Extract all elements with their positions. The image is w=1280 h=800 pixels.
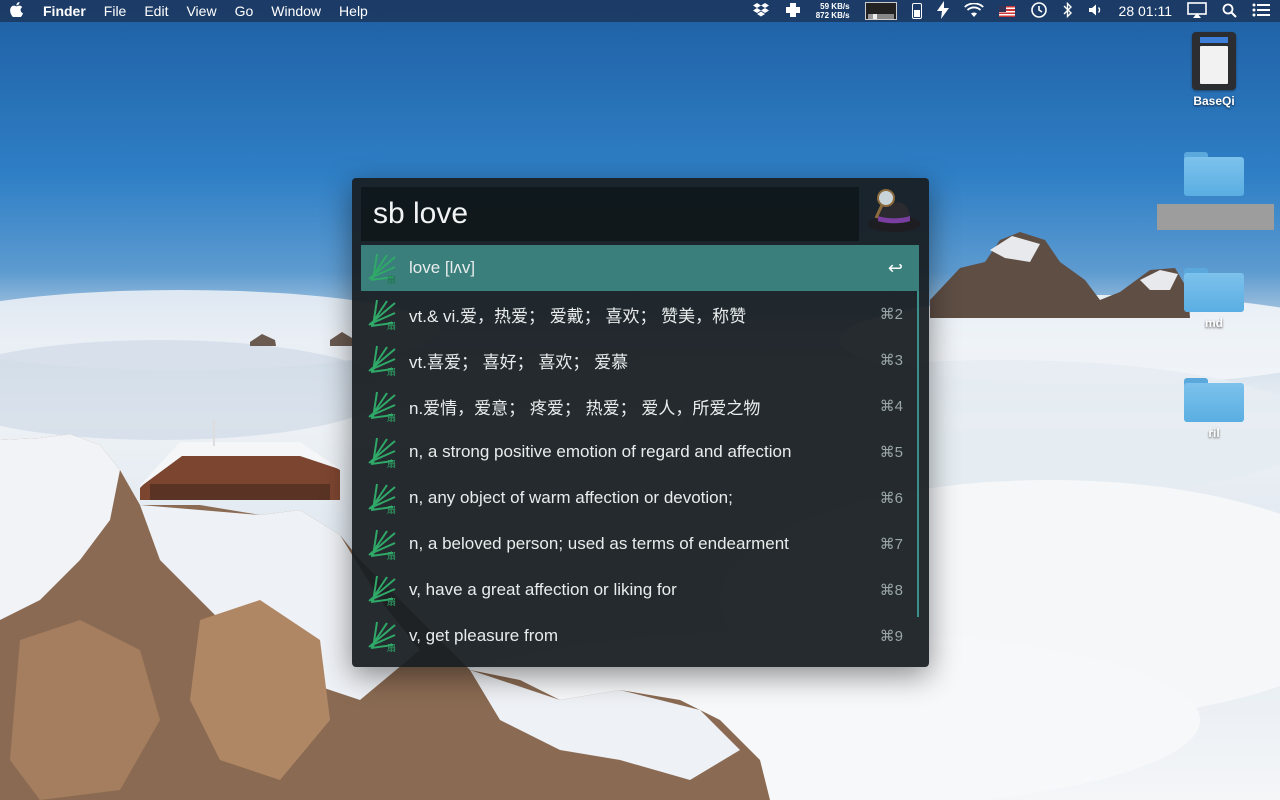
- desktop-icon-label: ril: [1208, 426, 1220, 440]
- menu-help[interactable]: Help: [339, 3, 368, 19]
- desktop-icon-label: BaseQi: [1193, 94, 1235, 108]
- result-title: v, get pleasure from: [409, 626, 558, 645]
- result-row[interactable]: 扇 n, any object of warm affection or dev…: [361, 475, 919, 521]
- menu-clock[interactable]: 28 01:11: [1119, 3, 1172, 19]
- result-title: v, have a great affection or liking for: [409, 580, 677, 599]
- battery-icon[interactable]: [911, 3, 922, 19]
- bluetooth-icon[interactable]: [1063, 1, 1073, 20]
- redacted-label: [1157, 204, 1274, 230]
- result-shortcut: ⌘9: [879, 628, 903, 645]
- result-row[interactable]: 扇 v, have a great affection or liking fo…: [361, 567, 919, 613]
- menu-app-finder[interactable]: Finder: [43, 3, 86, 19]
- folder-icon: [1184, 268, 1244, 312]
- result-shortcut: ⌘7: [879, 536, 903, 553]
- icon-glyph-text: 扇: [387, 320, 396, 331]
- results-list: 扇 love [lʌv] ↩ 扇 vt.& vi.爱，热爱； 爱戴； 喜欢； 赞…: [361, 245, 919, 659]
- dropbox-icon[interactable]: [752, 2, 770, 20]
- result-title: n.爱情，爱意； 疼爱； 热爱； 爱人，所爱之物: [409, 398, 761, 418]
- spotlight-search-icon[interactable]: [1222, 3, 1237, 20]
- plus-cross-icon[interactable]: [785, 2, 801, 20]
- net-down-speed: 872 KB/s: [815, 11, 850, 20]
- activity-graph-icon[interactable]: [864, 2, 897, 20]
- result-row[interactable]: 扇 vt.& vi.爱，热爱； 爱戴； 喜欢； 赞美，称赞 ⌘2: [361, 291, 919, 337]
- dictionary-leaf-icon: 扇: [368, 345, 396, 377]
- dictionary-leaf-icon: 扇: [368, 529, 396, 561]
- sd-card-icon: [1192, 32, 1236, 90]
- icon-glyph-text: 扇: [387, 596, 396, 607]
- wifi-icon[interactable]: [963, 2, 984, 20]
- alfred-window: 扇 love [lʌv] ↩ 扇 vt.& vi.爱，热爱； 爱戴； 喜欢； 赞…: [352, 178, 929, 667]
- folder-icon: [1184, 152, 1244, 196]
- result-shortcut: ⌘5: [879, 444, 903, 461]
- dictionary-leaf-icon: 扇: [368, 299, 396, 331]
- result-shortcut: ↩: [887, 257, 903, 278]
- result-title: n, any object of warm affection or devot…: [409, 488, 733, 507]
- menu-bar: Finder File Edit View Go Window Help 59 …: [0, 0, 1280, 22]
- dictionary-leaf-icon: 扇: [368, 437, 396, 469]
- result-title: n, a strong positive emotion of regard a…: [409, 442, 792, 461]
- result-row[interactable]: 扇 v, get pleasure from ⌘9: [361, 613, 919, 659]
- us-flag-icon[interactable]: [998, 5, 1015, 17]
- menu-window[interactable]: Window: [271, 3, 321, 19]
- menu-edit[interactable]: Edit: [144, 3, 168, 19]
- desktop-icon-ril[interactable]: ril: [1169, 378, 1259, 440]
- result-row[interactable]: 扇 vt.喜爱； 喜好； 喜欢； 爱慕 ⌘3: [361, 337, 919, 383]
- result-title: vt.喜爱； 喜好； 喜欢； 爱慕: [409, 352, 629, 372]
- alfred-hat-icon[interactable]: [866, 186, 922, 234]
- icon-glyph-text: 扇: [387, 412, 396, 423]
- notification-list-icon[interactable]: [1252, 3, 1270, 19]
- result-shortcut: ⌘8: [879, 582, 903, 599]
- menu-view[interactable]: View: [186, 3, 216, 19]
- result-row[interactable]: 扇 n, a beloved person; used as terms of …: [361, 521, 919, 567]
- menu-file[interactable]: File: [104, 3, 127, 19]
- folder-icon: [1184, 378, 1244, 422]
- desktop-icon-folder-unnamed[interactable]: [1169, 152, 1259, 196]
- result-title: n, a beloved person; used as terms of en…: [409, 534, 789, 553]
- icon-glyph-text: 扇: [387, 366, 396, 377]
- result-shortcut: ⌘2: [879, 306, 903, 323]
- search-input[interactable]: [371, 193, 845, 235]
- icon-glyph-text: 扇: [387, 274, 396, 285]
- icon-glyph-text: 扇: [387, 550, 396, 561]
- search-box: [361, 187, 859, 241]
- network-speed-readout[interactable]: 59 KB/s 872 KB/s: [816, 2, 850, 20]
- result-shortcut: ⌘4: [879, 398, 903, 415]
- icon-glyph-text: 扇: [387, 504, 396, 515]
- apple-logo-icon[interactable]: [10, 1, 23, 21]
- time-machine-icon[interactable]: [1030, 1, 1048, 21]
- desktop-icon-baseqi[interactable]: BaseQi: [1169, 32, 1259, 108]
- result-shortcut: ⌘3: [879, 352, 903, 369]
- desktop-icon-label: md: [1205, 316, 1223, 330]
- icon-glyph-text: 扇: [387, 642, 396, 653]
- icon-glyph-text: 扇: [387, 458, 396, 469]
- net-up-speed: 59 KB/s: [820, 2, 850, 11]
- result-row[interactable]: 扇 n.爱情，爱意； 疼爱； 热爱； 爱人，所爱之物 ⌘4: [361, 383, 919, 429]
- result-row[interactable]: 扇 love [lʌv] ↩: [361, 245, 919, 291]
- menu-go[interactable]: Go: [235, 3, 254, 19]
- volume-icon[interactable]: [1088, 3, 1104, 19]
- desktop-icon-md[interactable]: md: [1169, 268, 1259, 330]
- dictionary-leaf-icon: 扇: [368, 253, 396, 285]
- dictionary-leaf-icon: 扇: [368, 621, 396, 653]
- result-shortcut: ⌘6: [879, 490, 903, 507]
- result-title: love [lʌv]: [409, 258, 476, 277]
- result-title: vt.& vi.爱，热爱； 爱戴； 喜欢； 赞美，称赞: [409, 306, 747, 326]
- dictionary-leaf-icon: 扇: [368, 391, 396, 423]
- result-row[interactable]: 扇 n, a strong positive emotion of regard…: [361, 429, 919, 475]
- airplay-icon[interactable]: [1187, 2, 1207, 20]
- results-scrollbar[interactable]: [917, 291, 919, 617]
- dictionary-leaf-icon: 扇: [368, 483, 396, 515]
- dictionary-leaf-icon: 扇: [368, 575, 396, 607]
- bolt-icon[interactable]: [936, 1, 949, 21]
